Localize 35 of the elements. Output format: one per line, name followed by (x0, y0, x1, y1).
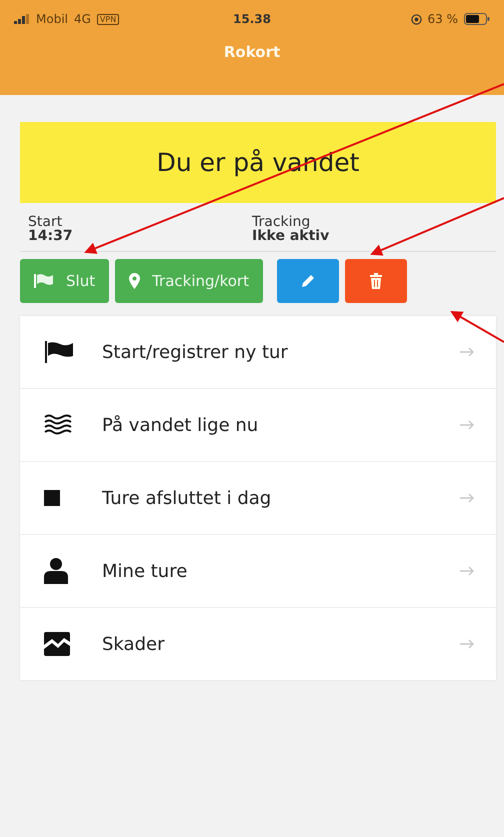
info-label: Start (28, 215, 62, 229)
map-pin-icon (129, 273, 140, 289)
menu-item[interactable]: Ture afsluttet i dag (20, 462, 496, 535)
arrow-right-icon (460, 493, 474, 503)
waves-icon (44, 414, 72, 436)
flag-icon (44, 341, 74, 363)
menu-item[interactable]: Skader (20, 608, 496, 680)
signal-icon (14, 14, 30, 24)
carrier-name: Mobil (36, 12, 68, 26)
info-value: Ikke aktiv (252, 229, 330, 243)
square-icon (44, 490, 60, 506)
arrow-right-icon (460, 566, 474, 576)
status-time: 15.38 (233, 12, 271, 26)
annotation-arrow (450, 311, 504, 343)
screen-title: Rokort (222, 43, 282, 61)
trash-icon (368, 273, 383, 289)
arrow-right-icon (460, 347, 474, 357)
vpn-badge: VPN (96, 14, 120, 24)
menu-item[interactable]: På vandet lige nu (20, 389, 496, 462)
menu-item[interactable]: Mine ture (20, 535, 496, 608)
delete-button[interactable] (344, 259, 407, 303)
arrow-right-icon (460, 420, 474, 430)
info-value: 14:37 (28, 229, 74, 243)
menu-item[interactable]: Start/registrer ny tur (20, 316, 496, 389)
flag-icon (34, 274, 54, 288)
edit-button[interactable] (276, 259, 339, 303)
battery-icon (464, 13, 490, 25)
battery-percent: 63 % (428, 12, 458, 26)
info-label: Tracking (252, 215, 310, 229)
pencil-icon (300, 273, 316, 289)
network-type: 4G (74, 12, 91, 26)
broken-image-icon (44, 632, 70, 656)
arrow-right-icon (460, 639, 474, 649)
person-icon (44, 558, 68, 584)
location-icon (410, 14, 422, 24)
